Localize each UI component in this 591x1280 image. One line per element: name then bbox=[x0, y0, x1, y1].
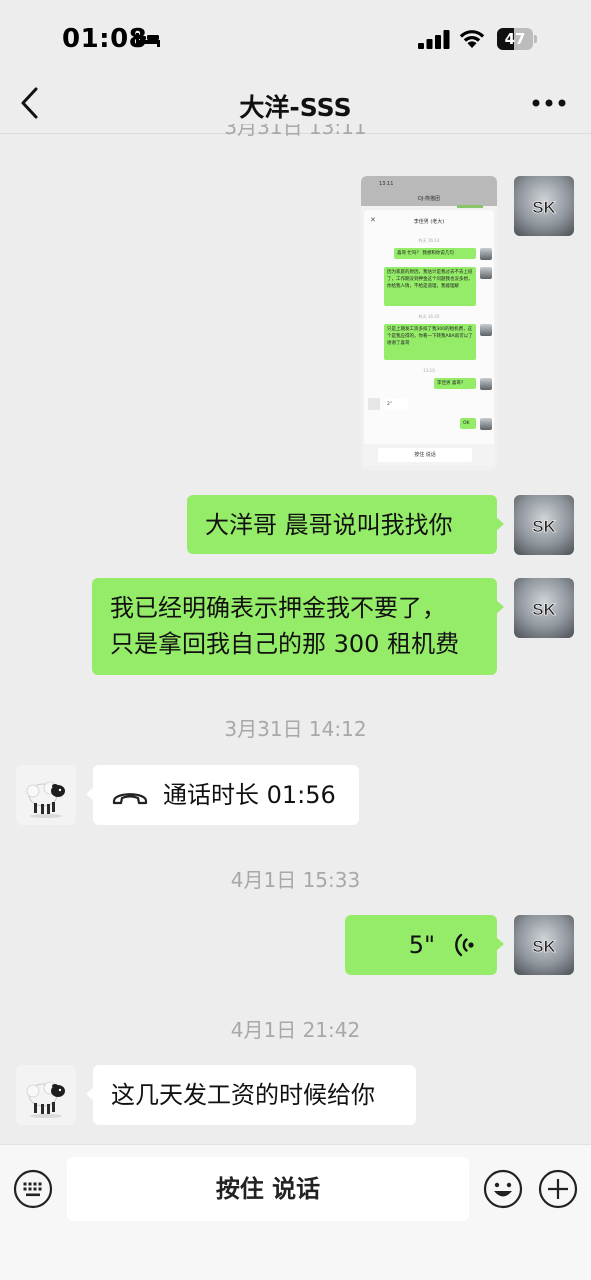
timestamp: 4月1日 21:42 bbox=[230, 1018, 361, 1042]
voice-message-bubble[interactable]: 5" bbox=[345, 915, 504, 975]
status-time: 01:08 bbox=[62, 24, 148, 54]
sheep-icon bbox=[26, 781, 65, 818]
timestamp-partial-text: 3月31日 13:11 bbox=[224, 124, 367, 139]
my-avatar[interactable]: SK bbox=[514, 176, 574, 236]
image-message[interactable]: 13:11 DJ-熊猫团 ✕ 李佳男 (老大) 昨天 16:14 喜哥 忙吗？ … bbox=[361, 176, 497, 470]
shot-topbar: 13:11 DJ-熊猫团 bbox=[361, 176, 497, 206]
logo-icon: SK bbox=[532, 600, 557, 620]
logo-icon: SK bbox=[532, 937, 557, 957]
shot-avatar bbox=[368, 398, 380, 410]
message-text: 这几天发工资的时候给你 bbox=[111, 1081, 375, 1109]
logo-icon: SK bbox=[532, 198, 557, 218]
svg-text:SK: SK bbox=[532, 517, 556, 536]
sent-message-bubble[interactable]: 我已经明确表示押金我不要了， 只是拿回我自己的那 300 租机费 bbox=[92, 578, 504, 675]
svg-text:SK: SK bbox=[532, 937, 556, 956]
contact-avatar[interactable] bbox=[16, 765, 76, 825]
avatar-image: SK bbox=[514, 176, 574, 236]
shot-bubble: 只是上期发工资多扣了我300的租机费，这个是我应得的，你看一下转我ABA就可以了… bbox=[384, 324, 476, 360]
shot-voice-bubble: 2" bbox=[384, 399, 408, 410]
svg-text:SK: SK bbox=[532, 198, 556, 217]
hold-to-talk-button[interactable]: 按住 说话 bbox=[67, 1157, 469, 1221]
wifi-icon bbox=[459, 30, 485, 48]
emoji-icon[interactable] bbox=[483, 1169, 523, 1209]
battery-indicator: 47 bbox=[497, 28, 537, 50]
message-text: 大洋哥 晨哥说叫我找你 bbox=[205, 511, 453, 539]
voice-duration: 5" bbox=[408, 931, 435, 959]
shot-bubble: OK bbox=[460, 418, 476, 429]
shot-time: 13:11 bbox=[379, 181, 394, 187]
keyboard-icon[interactable] bbox=[13, 1169, 53, 1209]
shot-chat-title: 李佳男 (老大) bbox=[413, 219, 445, 225]
timestamp: 3月31日 14:12 bbox=[224, 717, 367, 741]
shot-input-bar: 按住 说话 bbox=[364, 444, 494, 466]
avatar-image: SK bbox=[514, 915, 574, 975]
shot-avatar bbox=[480, 267, 492, 279]
avatar-image: SK bbox=[514, 578, 574, 638]
message-text-line: 我已经明确表示押金我不要了， bbox=[110, 594, 446, 622]
hang-up-phone-icon bbox=[112, 793, 148, 805]
battery-cap bbox=[534, 35, 537, 43]
shot-green-strip bbox=[457, 205, 483, 208]
shot-bubble: 因为家庭的原因，我估计是我过去不去上班了，工作期没到押金这个问题我也没多想，你给… bbox=[384, 267, 476, 306]
shot-bubble: 喜哥 忙吗？ 我想和你说几句 bbox=[394, 248, 476, 259]
shot-input: 按住 说话 bbox=[378, 448, 472, 462]
shot-timestamp: 昨天 16:20 bbox=[418, 314, 440, 319]
battery-body: 47 bbox=[497, 28, 533, 50]
more-options-icon[interactable] bbox=[532, 98, 566, 108]
svg-text:SK: SK bbox=[532, 600, 556, 619]
contact-avatar[interactable] bbox=[16, 1065, 76, 1125]
voice-wave-icon bbox=[455, 933, 474, 957]
plus-icon[interactable] bbox=[538, 1169, 578, 1209]
call-record-bubble[interactable]: 通话时长 01:56 bbox=[86, 765, 359, 825]
timestamp: 4月1日 15:33 bbox=[230, 868, 361, 892]
avatar-image: SK bbox=[514, 495, 574, 555]
my-avatar[interactable]: SK bbox=[514, 495, 574, 555]
received-message-bubble[interactable]: 这几天发工资的时候给你 bbox=[86, 1065, 416, 1125]
shot-avatar bbox=[480, 378, 492, 390]
my-avatar[interactable]: SK bbox=[514, 578, 574, 638]
shot-timestamp: 13:10 bbox=[423, 368, 435, 373]
input-bar: 按住 说话 bbox=[0, 1144, 591, 1280]
avatar-image bbox=[16, 1065, 76, 1125]
shot-bubble: 李佳男 喜哥? bbox=[434, 378, 476, 389]
chat-title: 大洋-SSS bbox=[239, 93, 352, 122]
sleep-focus-icon bbox=[136, 33, 160, 47]
shot-card: ✕ 李佳男 (老大) 昨天 16:14 喜哥 忙吗？ 我想和你说几句 因为家庭的… bbox=[364, 210, 494, 466]
sheep-icon bbox=[26, 1081, 65, 1118]
timestamp-partial: 3月31日 13:11 bbox=[0, 124, 591, 146]
avatar-image bbox=[16, 765, 76, 825]
cellular-signal-icon bbox=[418, 30, 450, 49]
status-bar: 01:08 47 bbox=[0, 0, 591, 80]
message-text-line: 只是拿回我自己的那 300 租机费 bbox=[110, 630, 460, 658]
my-avatar[interactable]: SK bbox=[514, 915, 574, 975]
shot-avatar bbox=[480, 324, 492, 336]
shot-avatar bbox=[480, 418, 492, 430]
call-duration-text: 通话时长 01:56 bbox=[163, 781, 336, 809]
battery-percent: 47 bbox=[504, 30, 526, 48]
shot-top-title: DJ-熊猫团 bbox=[418, 196, 440, 202]
shot-timestamp: 昨天 16:14 bbox=[418, 238, 440, 243]
shot-avatar bbox=[480, 248, 492, 260]
sent-message-bubble[interactable]: 大洋哥 晨哥说叫我找你 bbox=[187, 495, 504, 554]
logo-icon: SK bbox=[532, 517, 557, 537]
